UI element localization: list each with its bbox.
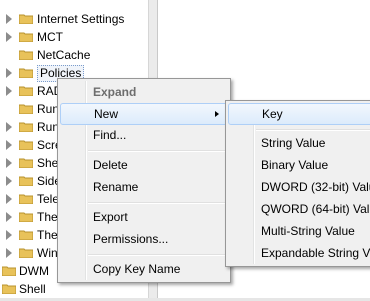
expand-arrow-icon[interactable]	[6, 212, 12, 222]
submenu-item-expandable-string-value[interactable]: Expandable String Value	[228, 242, 370, 264]
tree-item-label: The	[37, 210, 58, 224]
expand-arrow-icon[interactable]	[6, 32, 12, 42]
tree-item-label: DWM	[19, 264, 49, 278]
folder-icon	[19, 157, 33, 168]
menu-separator	[88, 150, 228, 152]
menu-separator	[88, 202, 228, 204]
context-menu: Expand New Find... Delete Rename Export …	[57, 78, 231, 283]
expand-arrow-icon[interactable]	[6, 230, 12, 240]
expand-arrow-icon[interactable]	[6, 14, 12, 24]
tree-item-internet-settings[interactable]: Internet Settings	[0, 10, 148, 28]
submenu-item-dword-value[interactable]: DWORD (32-bit) Value	[228, 176, 370, 198]
menu-item-find[interactable]: Find...	[60, 124, 228, 146]
expand-arrow-icon[interactable]	[6, 140, 12, 150]
folder-icon	[19, 247, 33, 258]
tree-item-label: MCT	[37, 30, 63, 44]
submenu-item-multi-string-value[interactable]: Multi-String Value	[228, 220, 370, 242]
submenu-item-string-value[interactable]: String Value	[228, 132, 370, 154]
tree-item-label: Run	[37, 102, 60, 116]
tree-item-label: Internet Settings	[37, 12, 125, 26]
folder-icon	[19, 211, 33, 222]
folder-icon	[19, 121, 33, 132]
menu-separator	[256, 129, 370, 131]
expand-arrow-icon[interactable]	[6, 248, 12, 258]
folder-icon	[19, 175, 33, 186]
tree-item-label: The	[37, 228, 58, 242]
tree-item-label: Tele	[37, 192, 60, 206]
menu-item-copy-key-name[interactable]: Copy Key Name	[60, 258, 228, 280]
tree-item-netcache[interactable]: NetCache	[0, 46, 148, 64]
folder-icon	[2, 283, 16, 294]
expand-arrow-icon[interactable]	[6, 194, 12, 204]
menu-item-permissions[interactable]: Permissions...	[60, 228, 228, 250]
menu-item-export[interactable]: Export	[60, 206, 228, 228]
expand-arrow-icon[interactable]	[6, 122, 12, 132]
menu-item-label: New	[94, 107, 119, 121]
folder-icon	[2, 265, 16, 276]
folder-icon	[19, 139, 33, 150]
folder-icon	[19, 193, 33, 204]
submenu-item-key[interactable]: Key	[228, 103, 370, 125]
submenu-item-qword-value[interactable]: QWORD (64-bit) Value	[228, 198, 370, 220]
menu-item-delete[interactable]: Delete	[60, 154, 228, 176]
tree-item-label: She	[37, 156, 59, 170]
expand-arrow-icon[interactable]	[6, 68, 12, 78]
folder-icon	[19, 67, 33, 78]
submenu-item-binary-value[interactable]: Binary Value	[228, 154, 370, 176]
folder-icon	[19, 49, 33, 60]
menu-item-new[interactable]: New	[60, 103, 228, 125]
expand-arrow-icon[interactable]	[6, 86, 12, 96]
folder-icon	[19, 31, 33, 42]
new-submenu: Key String Value Binary Value DWORD (32-…	[225, 100, 370, 267]
tree-item-label: Shell	[19, 282, 46, 296]
tree-item-label: Win	[37, 246, 58, 260]
menu-item-rename[interactable]: Rename	[60, 176, 228, 198]
expand-arrow-icon[interactable]	[6, 176, 12, 186]
menu-item-expand: Expand	[93, 85, 137, 99]
tree-item-label: NetCache	[37, 48, 91, 62]
tree-item-label: Run	[37, 120, 60, 134]
folder-icon	[19, 229, 33, 240]
menu-separator	[88, 254, 228, 256]
registry-editor-window: Internet Settings MCT NetCache Policies …	[0, 0, 370, 301]
folder-icon	[19, 103, 33, 114]
folder-icon	[19, 13, 33, 24]
submenu-arrow-icon	[215, 111, 219, 117]
expand-arrow-icon[interactable]	[6, 158, 12, 168]
folder-icon	[19, 85, 33, 96]
tree-item-mct[interactable]: MCT	[0, 28, 148, 46]
